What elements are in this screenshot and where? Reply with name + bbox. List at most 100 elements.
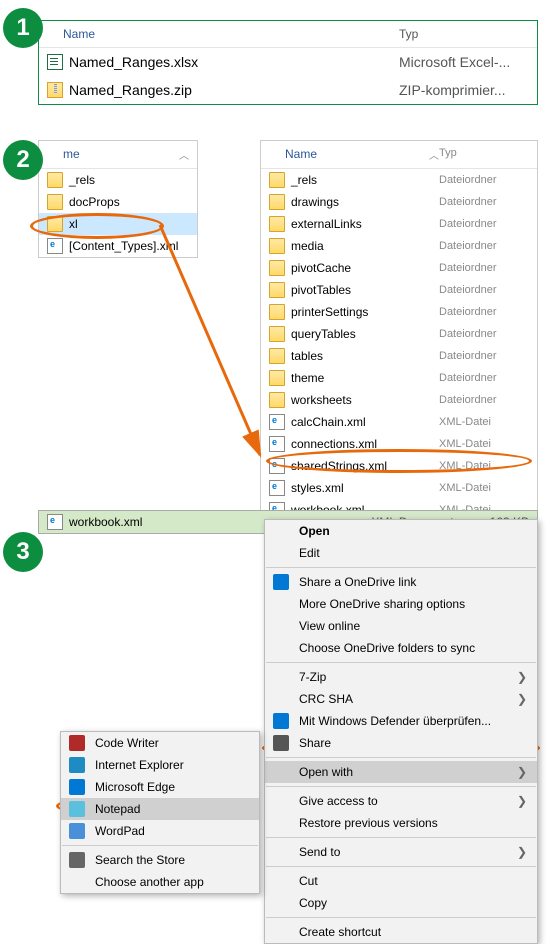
menu-item[interactable]: Share a OneDrive link: [265, 571, 537, 593]
submenu-item[interactable]: Choose another app: [61, 871, 259, 893]
file-row[interactable]: xl: [39, 213, 197, 235]
menu-item-label: Send to: [299, 845, 340, 859]
file-row[interactable]: worksheetsDateiordner: [261, 389, 537, 411]
folder-icon: [269, 392, 285, 408]
file-type: Dateiordner: [439, 262, 529, 274]
chevron-right-icon: ❯: [517, 794, 527, 808]
menu-item[interactable]: Cut: [265, 870, 537, 892]
file-row[interactable]: printerSettingsDateiordner: [261, 301, 537, 323]
sort-indicator-icon: ︿: [179, 147, 189, 162]
ie-icon: [69, 757, 85, 773]
menu-item[interactable]: 7-Zip ❯: [265, 666, 537, 688]
menu-item-label: Share a OneDrive link: [299, 575, 416, 589]
file-row[interactable]: queryTablesDateiordner: [261, 323, 537, 345]
file-name: connections.xml: [291, 437, 433, 451]
menu-item[interactable]: Restore previous versions: [265, 812, 537, 834]
header-name[interactable]: me: [47, 147, 171, 162]
menu-item[interactable]: Open: [265, 520, 537, 542]
file-type: Dateiordner: [439, 174, 529, 186]
menu-item[interactable]: Give access to❯: [265, 790, 537, 812]
folder-icon: [269, 304, 285, 320]
folder-icon: [269, 194, 285, 210]
file-row[interactable]: _rels: [39, 169, 197, 191]
file-name: Named_Ranges.zip: [69, 82, 393, 98]
file-name: media: [291, 239, 433, 253]
menu-item-label: More OneDrive sharing options: [299, 597, 465, 611]
menu-item[interactable]: More OneDrive sharing options: [265, 593, 537, 615]
menu-item[interactable]: Edit: [265, 542, 537, 564]
shield-icon: [273, 713, 289, 729]
share-icon: [273, 735, 289, 751]
submenu-item[interactable]: Internet Explorer: [61, 754, 259, 776]
file-row[interactable]: pivotTablesDateiordner: [261, 279, 537, 301]
menu-item[interactable]: Open with ❯: [265, 761, 537, 783]
file-row[interactable]: calcChain.xmlXML-Datei: [261, 411, 537, 433]
file-row[interactable]: connections.xmlXML-Datei: [261, 433, 537, 455]
header-name[interactable]: Name: [269, 147, 421, 162]
file-name: _rels: [291, 173, 433, 187]
folder-icon: [269, 216, 285, 232]
file-row[interactable]: tablesDateiordner: [261, 345, 537, 367]
xml-icon: [269, 414, 285, 430]
file-name: styles.xml: [291, 481, 433, 495]
xml-icon: [269, 480, 285, 496]
file-row[interactable]: Named_Ranges.zipZIP-komprimier...: [39, 76, 537, 104]
header-name[interactable]: Name: [47, 27, 399, 41]
file-type: Dateiordner: [439, 218, 529, 230]
file-row[interactable]: drawingsDateiordner: [261, 191, 537, 213]
submenu-item-label: Microsoft Edge: [95, 780, 175, 794]
header-type[interactable]: Typ: [399, 27, 529, 41]
menu-item-label: Edit: [299, 546, 320, 560]
folder-icon: [269, 326, 285, 342]
file-row[interactable]: _rels Dateiordner: [261, 169, 537, 191]
file-name: theme: [291, 371, 433, 385]
zip-icon: [47, 82, 63, 98]
file-type: XML-Datei: [439, 416, 529, 428]
chevron-right-icon: ❯: [517, 765, 527, 779]
menu-item[interactable]: Choose OneDrive folders to sync: [265, 637, 537, 659]
folder-icon: [269, 282, 285, 298]
menu-item-label: Open: [299, 524, 330, 538]
context-menu: Open Edit Share a OneDrive link More OneDri…: [264, 519, 538, 944]
header-type[interactable]: Typ: [439, 147, 529, 162]
xlsx-icon: [47, 54, 63, 70]
file-row[interactable]: sharedStrings.xmlXML-Datei: [261, 455, 537, 477]
menu-item[interactable]: Mit Windows Defender überprüfen...: [265, 710, 537, 732]
submenu-item[interactable]: Search the Store: [61, 849, 259, 871]
folder-icon: [269, 238, 285, 254]
file-name: [Content_Types].xml: [69, 239, 178, 253]
file-type: Dateiordner: [439, 240, 529, 252]
menu-item[interactable]: Copy: [265, 892, 537, 914]
file-row[interactable]: [Content_Types].xml: [39, 235, 197, 257]
file-row[interactable]: docProps: [39, 191, 197, 213]
file-row[interactable]: Named_Ranges.xlsxMicrosoft Excel-...: [39, 48, 537, 76]
file-name: pivotCache: [291, 261, 433, 275]
menu-item[interactable]: View online: [265, 615, 537, 637]
chevron-right-icon: ❯: [517, 670, 527, 684]
folder-icon: [269, 348, 285, 364]
submenu-item[interactable]: Code Writer: [61, 732, 259, 754]
submenu-item[interactable]: Notepad: [61, 798, 259, 820]
file-name: printerSettings: [291, 305, 433, 319]
folder-icon: [269, 370, 285, 386]
menu-item-label: Open with: [299, 765, 353, 779]
menu-item[interactable]: Create shortcut: [265, 921, 537, 943]
folder-icon: [47, 216, 63, 232]
file-row[interactable]: externalLinksDateiordner: [261, 213, 537, 235]
file-name: xl: [69, 217, 78, 231]
menu-item[interactable]: Share: [265, 732, 537, 754]
file-name: workbook.xml: [69, 515, 142, 529]
file-type: Dateiordner: [439, 394, 529, 406]
file-row[interactable]: pivotCache Dateiordner: [261, 257, 537, 279]
menu-item[interactable]: CRC SHA❯: [265, 688, 537, 710]
submenu-item[interactable]: WordPad: [61, 820, 259, 842]
file-row[interactable]: media Dateiordner: [261, 235, 537, 257]
file-row[interactable]: styles.xmlXML-Datei: [261, 477, 537, 499]
folder-icon: [47, 194, 63, 210]
menu-item-label: 7-Zip: [299, 670, 326, 684]
file-row[interactable]: themeDateiordner: [261, 367, 537, 389]
submenu-item[interactable]: Microsoft Edge: [61, 776, 259, 798]
menu-item-label: Create shortcut: [299, 925, 381, 939]
column-headers: Name ︿ Typ: [261, 141, 537, 169]
menu-item-label: Restore previous versions: [299, 816, 438, 830]
